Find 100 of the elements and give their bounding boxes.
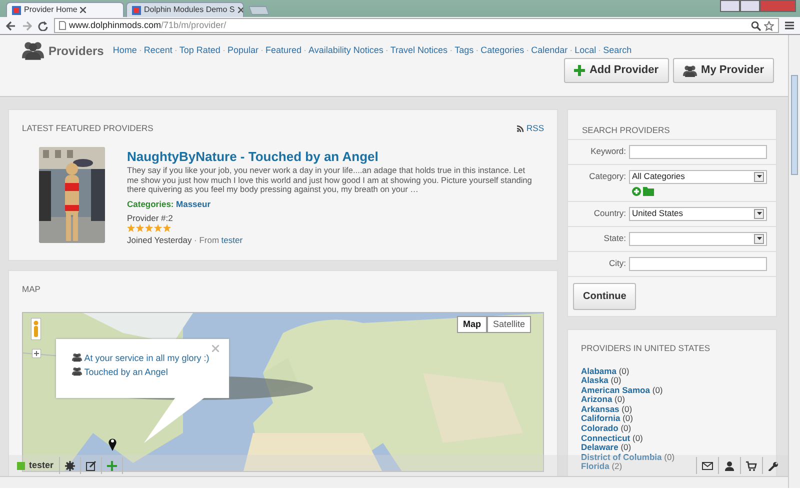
folder-icon[interactable] xyxy=(643,186,654,196)
caret-icon xyxy=(756,212,762,216)
state-link[interactable]: Arkansas xyxy=(581,404,620,414)
state-count: (0) xyxy=(610,375,622,386)
state-count: (0) xyxy=(622,404,632,414)
separator: · xyxy=(598,44,602,55)
separator: · xyxy=(304,44,306,55)
rss-link[interactable]: RSS xyxy=(517,122,544,135)
nav-link[interactable]: Availability Notices xyxy=(308,44,384,55)
favicon-icon xyxy=(132,6,141,14)
mail-icon[interactable] xyxy=(702,460,713,470)
section-heading: SEARCH PROVIDERS xyxy=(568,110,776,140)
menu-icon[interactable] xyxy=(785,21,794,30)
field-label: Keyword: xyxy=(590,144,626,158)
plus-icon xyxy=(574,65,586,76)
state-count: (0) xyxy=(652,384,663,395)
continue-button[interactable]: Continue xyxy=(573,282,636,310)
map-type-button[interactable]: Map xyxy=(456,316,487,334)
close-icon[interactable] xyxy=(80,7,86,13)
input-field[interactable] xyxy=(629,144,767,159)
state-link[interactable]: American Samoa xyxy=(581,384,650,395)
add-icon[interactable] xyxy=(632,186,641,196)
close-icon[interactable] xyxy=(238,7,243,13)
state-link[interactable]: Connecticut xyxy=(581,432,630,443)
provider-number: Provider #:2 xyxy=(127,212,174,224)
nav-link[interactable]: Home xyxy=(112,44,137,55)
separator: · xyxy=(138,44,142,55)
nav-link[interactable]: Calendar xyxy=(531,44,568,55)
edit-icon[interactable] xyxy=(86,460,96,470)
nav-link[interactable]: Categories xyxy=(480,44,524,55)
section-heading: PROVIDERS IN UNITED STATES xyxy=(581,342,712,354)
scrollbar-thumb[interactable] xyxy=(791,75,798,175)
separator: · xyxy=(385,44,388,55)
from-label: · From xyxy=(194,234,220,248)
joined-text: Joined Yesterday xyxy=(127,234,192,248)
cart-icon[interactable] xyxy=(746,460,757,470)
nav-link[interactable]: Featured xyxy=(265,44,302,55)
nav-link[interactable]: Tags xyxy=(454,44,474,55)
state-count: (2) xyxy=(612,461,622,472)
state-link[interactable]: District of Columbia xyxy=(581,452,662,462)
separator: · xyxy=(260,44,264,55)
state-link[interactable]: Delaware xyxy=(581,442,618,452)
address-field[interactable]: www.dolphinmods.com/71b/m/provider/ xyxy=(54,18,779,33)
gear-icon[interactable] xyxy=(64,460,75,470)
state-link[interactable]: Alabama xyxy=(581,366,616,376)
dropdown-field[interactable]: All Categories xyxy=(629,170,767,184)
person-icon[interactable] xyxy=(724,460,735,470)
state-count: (0) xyxy=(664,452,675,462)
separator: · xyxy=(526,44,530,55)
state-link[interactable]: Colorado xyxy=(581,423,618,434)
state-link[interactable]: California xyxy=(581,413,620,424)
field-label: Country: xyxy=(592,206,626,220)
map-type-button[interactable]: Satellite xyxy=(486,316,531,334)
nav-link[interactable]: Popular xyxy=(227,44,258,55)
popup-link[interactable]: At your service in all my glory :) xyxy=(72,350,213,365)
zoom-icon[interactable] xyxy=(751,20,761,30)
separator: · xyxy=(222,44,226,55)
state-count: (0) xyxy=(620,442,632,452)
maximize-button[interactable] xyxy=(740,0,760,12)
caret-icon xyxy=(756,237,762,240)
pegman-icon[interactable] xyxy=(31,318,41,340)
star-icon[interactable] xyxy=(764,20,774,30)
group-icon xyxy=(22,41,44,60)
provider-name-link[interactable]: NaughtyByNature - Touched by an Angel xyxy=(127,146,532,166)
nav-link[interactable]: Travel Notices xyxy=(390,44,448,55)
favicon-icon xyxy=(12,6,21,14)
map-pin-icon xyxy=(108,436,117,451)
my-provider-button[interactable]: My Provider xyxy=(673,58,774,83)
browser-tab[interactable]: Provider Home xyxy=(6,2,124,17)
field-label: Category: xyxy=(588,170,626,182)
browser-tab[interactable]: Dolphin Modules Demo S xyxy=(126,2,244,17)
category-link[interactable]: Masseur xyxy=(176,198,211,211)
username: tester xyxy=(29,458,54,472)
dropdown-field[interactable] xyxy=(629,232,767,246)
user-link[interactable]: tester xyxy=(221,234,243,248)
state-count: (0) xyxy=(620,423,632,434)
rss-icon xyxy=(517,124,524,132)
state-link[interactable]: Florida xyxy=(581,461,610,472)
nav-link[interactable]: Top Rated xyxy=(179,44,220,55)
popup-link[interactable]: Touched by an Angel xyxy=(72,364,213,379)
section-heading: LATEST FEATURED PROVIDERS xyxy=(22,122,154,135)
caret-icon xyxy=(756,175,762,178)
state-link[interactable]: Arizona xyxy=(581,394,612,404)
input-field[interactable] xyxy=(629,256,767,271)
nav-link[interactable]: Recent xyxy=(144,44,172,55)
add-provider-button[interactable]: Add Provider xyxy=(564,58,669,83)
nav-link[interactable]: Local xyxy=(574,44,596,55)
reload-icon[interactable] xyxy=(38,20,48,30)
group-icon xyxy=(72,353,82,362)
provider-description: They say if you like your job, you never work a day in your life....an adage that holds true in this instance. Let me show you just how much I love this world and just how good I am at showing you. Picture yourself standing there quivering as you feel my body pressing against you, my breath on your … xyxy=(127,166,532,195)
nav-link[interactable]: Search xyxy=(603,44,632,55)
horizontal-scrollbar[interactable] xyxy=(0,476,788,488)
minimize-button[interactable] xyxy=(720,0,740,12)
wrench-icon[interactable] xyxy=(768,460,779,470)
separator: · xyxy=(174,44,178,55)
back-icon[interactable] xyxy=(6,20,16,30)
state-link[interactable]: Alaska xyxy=(581,375,608,386)
dropdown-field[interactable]: United States xyxy=(629,206,767,221)
state-count: (0) xyxy=(614,394,625,404)
group-icon xyxy=(72,367,82,376)
